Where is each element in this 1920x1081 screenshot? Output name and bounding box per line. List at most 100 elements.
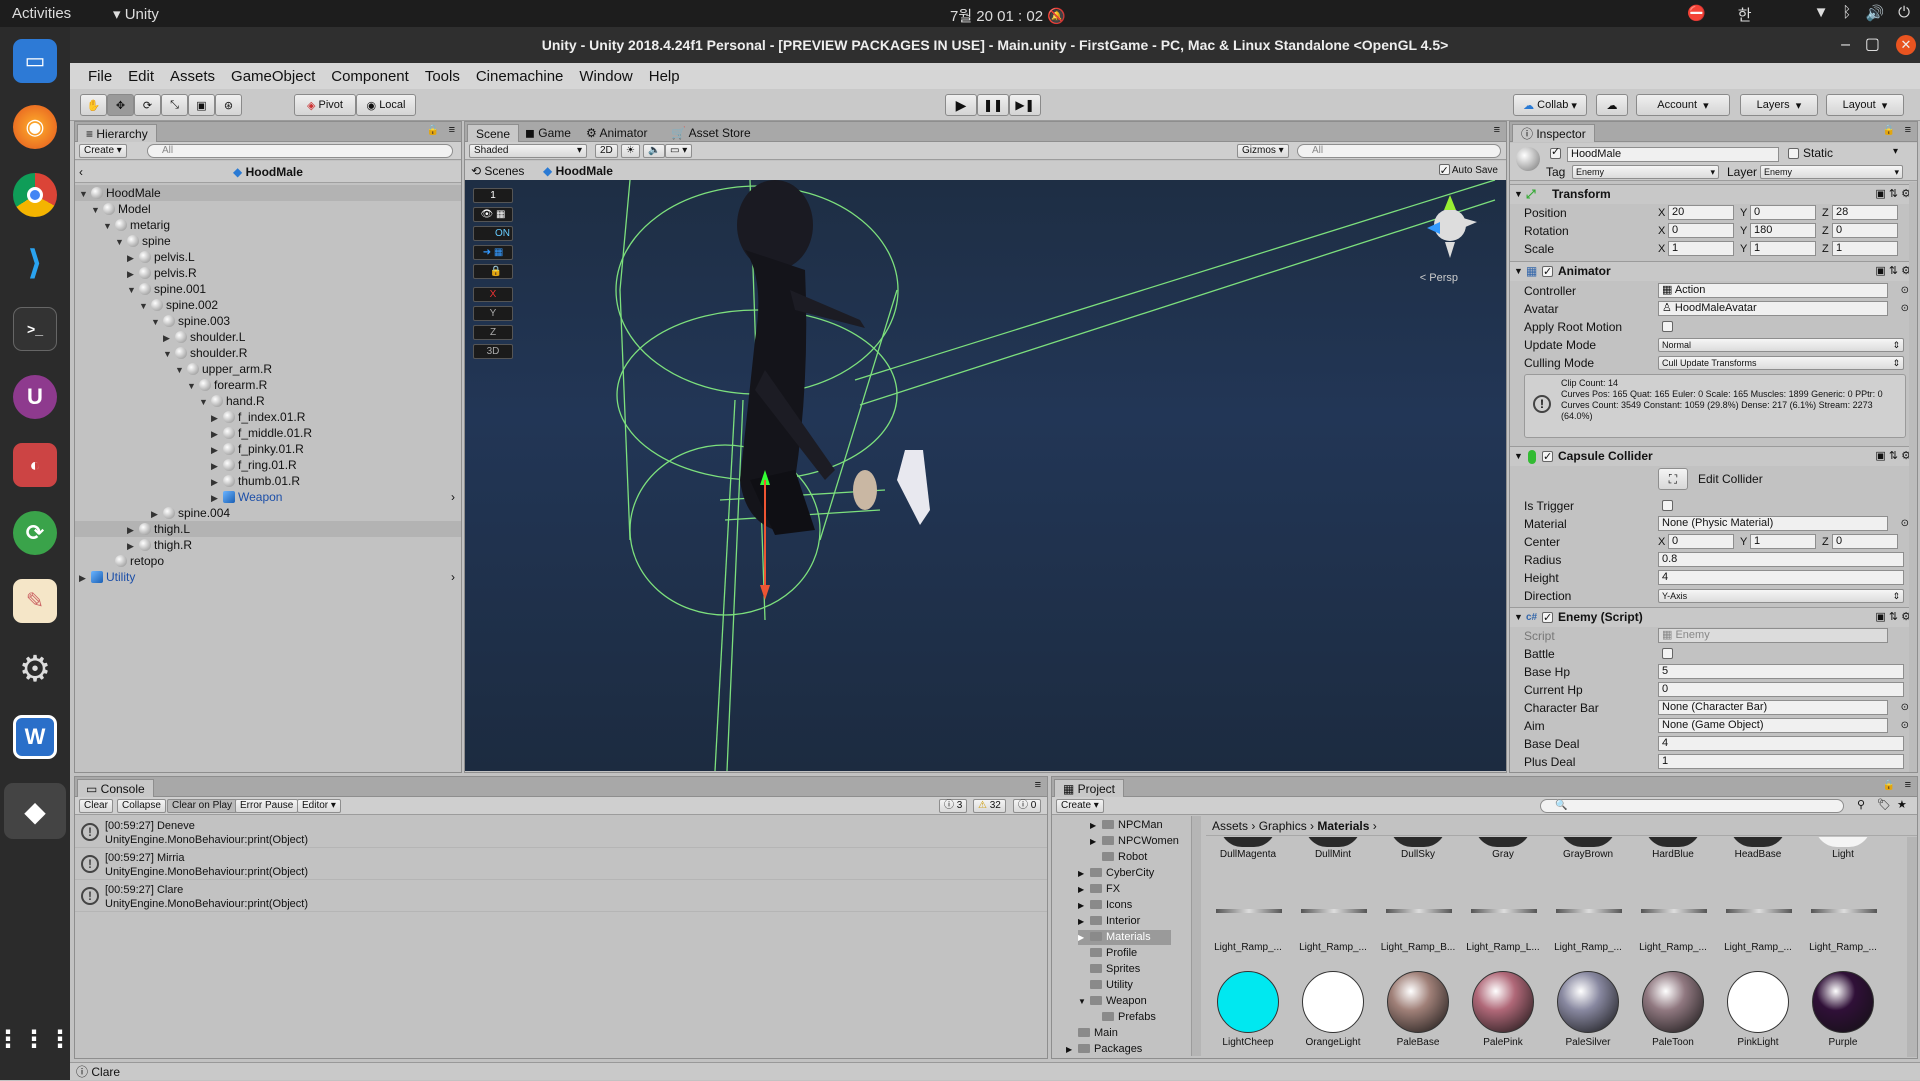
- menu-cinemachine[interactable]: Cinemachine: [468, 68, 572, 85]
- aim-field[interactable]: None (Game Object): [1658, 718, 1888, 733]
- expand-arrow-icon[interactable]: ▶: [211, 410, 223, 426]
- layout-dropdown[interactable]: Layout ▾: [1826, 94, 1904, 116]
- material-asset-label[interactable]: Light_Ramp_...: [1633, 942, 1713, 953]
- folder-item[interactable]: ▶ CyberCity: [1078, 866, 1154, 881]
- console-clear-button[interactable]: Clear: [79, 799, 113, 813]
- y-value-field[interactable]: 1: [1750, 534, 1816, 549]
- settings-app-icon[interactable]: ⚙: [13, 647, 57, 691]
- expand-arrow-icon[interactable]: ▶: [127, 538, 139, 554]
- panel-menu-icon[interactable]: ≡: [449, 124, 455, 136]
- tab-asset-store[interactable]: 🛒 Asset Store: [663, 124, 759, 142]
- expand-arrow-icon[interactable]: ▶: [211, 426, 223, 442]
- folder-item[interactable]: ▶ Interior: [1078, 914, 1140, 929]
- back-arrow-icon[interactable]: ‹: [79, 161, 83, 183]
- material-sphere-thumbnail[interactable]: [1217, 971, 1279, 1033]
- update-app-icon[interactable]: ⟳: [13, 511, 57, 555]
- enemy-script-header[interactable]: ▼ c# Enemy (Script) ▣ ⇅ ⚙: [1510, 607, 1917, 628]
- y-axis-label[interactable]: Y: [1740, 240, 1747, 258]
- material-asset-label[interactable]: DullMint: [1293, 849, 1373, 860]
- material-sphere-thumbnail[interactable]: [1727, 971, 1789, 1033]
- ramp-texture-thumbnail[interactable]: [1556, 909, 1622, 913]
- favorite-icon[interactable]: ★: [1897, 798, 1907, 811]
- material-asset-label[interactable]: Light_Ramp_...: [1548, 942, 1628, 953]
- expand-arrow-icon[interactable]: ▶: [211, 474, 223, 490]
- folder-item[interactable]: Prefabs: [1090, 1010, 1156, 1025]
- chrome-app-icon[interactable]: [13, 173, 57, 217]
- autosave-toggle[interactable]: Auto Save: [1438, 161, 1498, 181]
- layer-dropdown[interactable]: Enemy ▾: [1760, 165, 1903, 179]
- lock-icon[interactable]: 🔒: [1883, 125, 1895, 136]
- open-prefab-icon[interactable]: ›: [451, 489, 455, 505]
- stop-icon[interactable]: ⛔: [1687, 4, 1706, 25]
- object-picker-icon[interactable]: ⊙: [1901, 282, 1909, 300]
- tag-dropdown[interactable]: Enemy ▾: [1572, 165, 1719, 179]
- console-entry[interactable]: ! [00:59:27] Clare UnityEngine.MonoBehavio…: [75, 880, 1047, 912]
- hierarchy-item[interactable]: ▼ hand.R: [75, 393, 461, 409]
- folder-item[interactable]: ▶ FX: [1078, 882, 1120, 897]
- ramp-texture-thumbnail[interactable]: [1386, 909, 1452, 913]
- rotate-tool-button[interactable]: ⟳: [134, 94, 161, 116]
- folder-item[interactable]: ▶ Icons: [1078, 898, 1132, 913]
- expand-arrow-icon[interactable]: ▼: [187, 378, 199, 394]
- pause-button[interactable]: ❚❚: [977, 94, 1009, 116]
- menu-edit[interactable]: Edit: [120, 68, 162, 85]
- ime-indicator[interactable]: 한: [1738, 4, 1752, 25]
- tree-scrollbar[interactable]: [1192, 816, 1201, 1056]
- hierarchy-search-input[interactable]: All: [147, 144, 453, 158]
- hierarchy-item[interactable]: ▶ thigh.L: [75, 521, 461, 537]
- material-sphere-thumbnail[interactable]: [1302, 971, 1364, 1033]
- x-value-field[interactable]: 0: [1668, 223, 1734, 238]
- unity-hub-app-icon[interactable]: U: [13, 375, 57, 419]
- vscode-app-icon[interactable]: ⟩: [13, 241, 57, 285]
- hierarchy-item[interactable]: ▶ f_ring.01.R: [75, 457, 461, 473]
- material-thumbnail[interactable]: [1220, 837, 1276, 847]
- expand-arrow-icon[interactable]: ▼: [127, 282, 139, 298]
- crumb-materials[interactable]: Materials: [1317, 819, 1369, 833]
- z-axis-label[interactable]: Z: [1822, 533, 1829, 551]
- ramp-texture-thumbnail[interactable]: [1811, 909, 1877, 913]
- scale-tool-button[interactable]: ⤡: [161, 94, 188, 116]
- y-value-field[interactable]: 1: [1750, 241, 1816, 256]
- console-entry[interactable]: ! [00:59:27] Deneve UnityEngine.MonoBehavi…: [75, 816, 1047, 848]
- material-sphere-thumbnail[interactable]: [1642, 971, 1704, 1033]
- material-asset-label[interactable]: Light_Ramp_...: [1293, 942, 1373, 953]
- clock[interactable]: 7월 20 01 : 02 🔕: [950, 5, 1066, 26]
- character-bar-field[interactable]: None (Character Bar): [1658, 700, 1888, 715]
- z-value-field[interactable]: 0: [1832, 534, 1898, 549]
- effects-dropdown[interactable]: ▭ ▾: [665, 144, 693, 158]
- object-picker-icon[interactable]: ⊙: [1901, 300, 1909, 318]
- folder-item[interactable]: ▼ Weapon: [1078, 994, 1147, 1009]
- z-value-field[interactable]: 1: [1832, 241, 1898, 256]
- folder-item[interactable]: ▶ Packages: [1066, 1042, 1142, 1056]
- tab-hierarchy[interactable]: ≡ Hierarchy: [77, 124, 157, 142]
- expand-arrow-icon[interactable]: ▶: [1066, 1042, 1078, 1056]
- close-button[interactable]: ✕: [1896, 35, 1916, 55]
- collab-dropdown[interactable]: ☁ Collab ▾: [1513, 94, 1587, 116]
- animator-enabled-checkbox[interactable]: [1542, 263, 1553, 282]
- menu-tools[interactable]: Tools: [417, 68, 468, 85]
- system-tray[interactable]: ⛔ 한 ▼ ᛒ 🔊 ⏻: [1687, 4, 1910, 25]
- expand-arrow-icon[interactable]: ▶: [1078, 866, 1090, 881]
- maximize-button[interactable]: ▢: [1865, 27, 1880, 63]
- update-mode-dropdown[interactable]: Normal ⇕: [1658, 338, 1904, 352]
- animator-header[interactable]: ▼ ▦ Animator ▣ ⇅ ⚙: [1510, 261, 1917, 282]
- hierarchy-item[interactable]: ▼ metarig: [75, 217, 461, 233]
- unity-app-icon[interactable]: ◆: [4, 783, 66, 839]
- component-icons[interactable]: ▣ ⇅ ⚙: [1875, 262, 1911, 281]
- folder-item[interactable]: Sprites: [1078, 962, 1140, 977]
- layers-dropdown[interactable]: Layers ▾: [1740, 94, 1818, 116]
- tab-scene[interactable]: Scene: [467, 124, 520, 142]
- hierarchy-item[interactable]: ▼ spine.001: [75, 281, 461, 297]
- hierarchy-item[interactable]: ▶ f_index.01.R: [75, 409, 461, 425]
- expand-arrow-icon[interactable]: ▶: [211, 442, 223, 458]
- expand-arrow-icon[interactable]: ▼: [103, 218, 115, 234]
- expand-arrow-icon[interactable]: ▼: [91, 202, 103, 218]
- panel-menu-icon[interactable]: ≡: [1494, 124, 1500, 136]
- terminal-app-icon[interactable]: >_: [13, 307, 57, 351]
- expand-arrow-icon[interactable]: ▶: [1078, 882, 1090, 897]
- material-sphere-thumbnail[interactable]: [1557, 971, 1619, 1033]
- x-value-field[interactable]: 1: [1668, 241, 1734, 256]
- material-thumbnail[interactable]: [1475, 837, 1531, 847]
- material-asset-label[interactable]: Gray: [1463, 849, 1543, 860]
- material-field[interactable]: None (Physic Material): [1658, 516, 1888, 531]
